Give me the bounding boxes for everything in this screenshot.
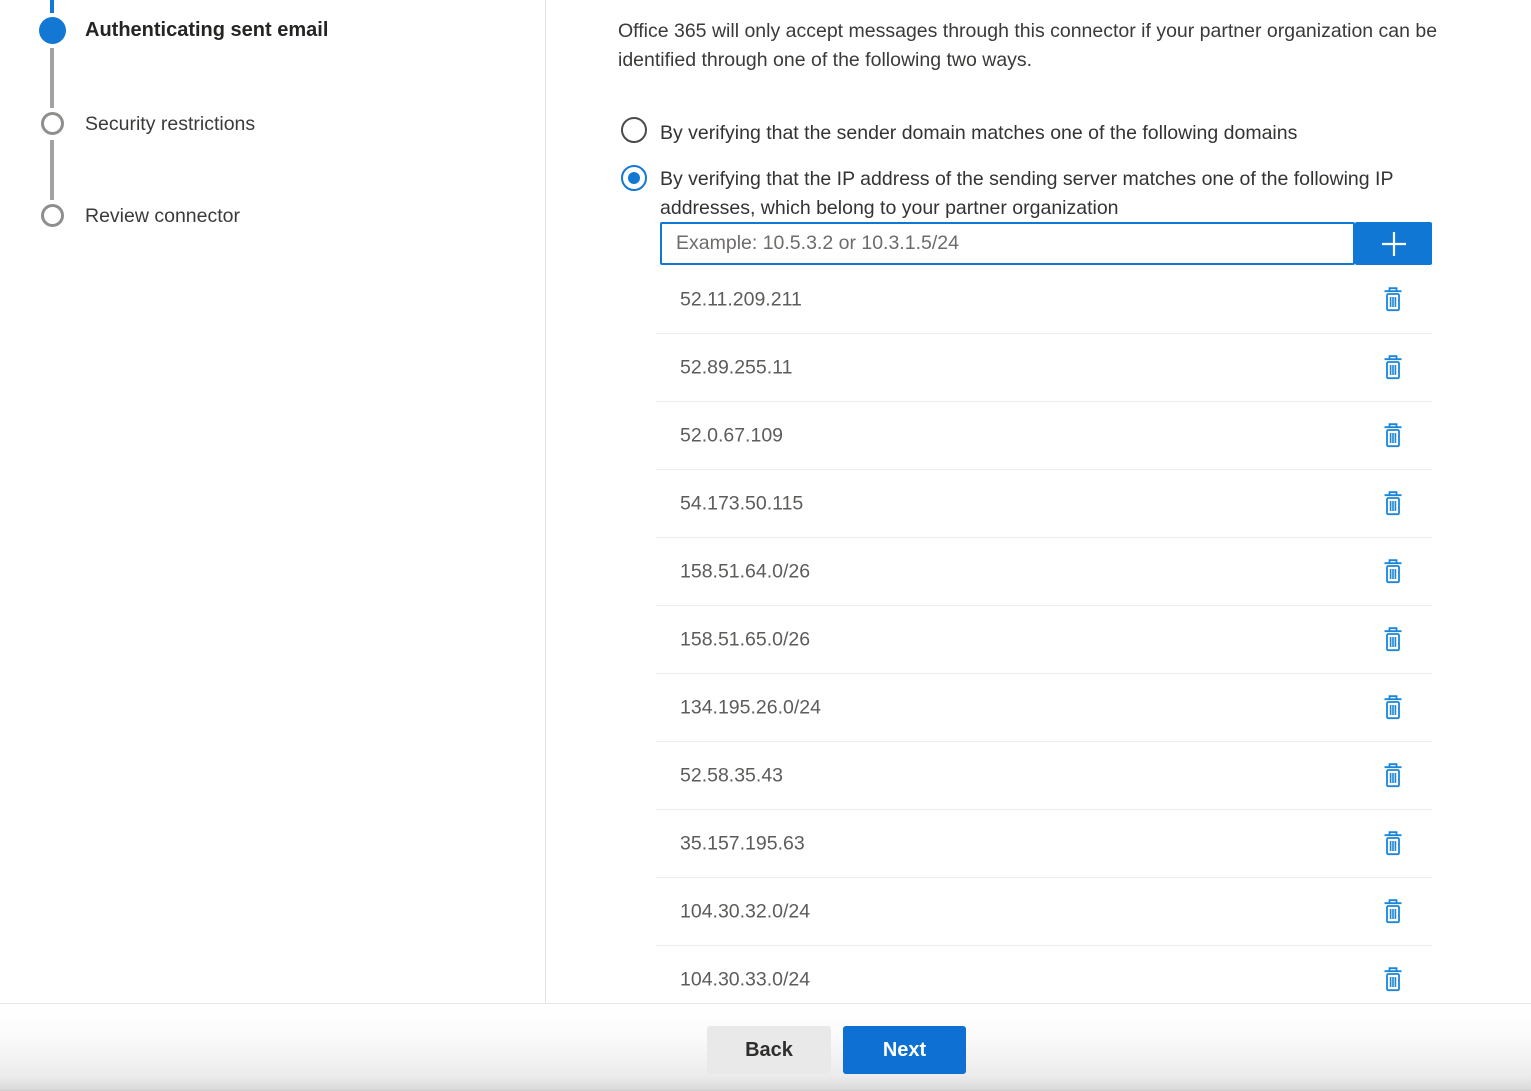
trash-icon bbox=[1383, 695, 1403, 720]
plus-icon bbox=[1378, 228, 1410, 260]
ip-list-row: 52.0.67.109 bbox=[656, 402, 1432, 470]
delete-ip-button[interactable] bbox=[1378, 556, 1408, 588]
ip-address-input[interactable] bbox=[660, 222, 1355, 265]
delete-ip-button[interactable] bbox=[1378, 420, 1408, 452]
stepper-connector-line bbox=[50, 140, 54, 200]
ip-address-value: 52.0.67.109 bbox=[680, 424, 783, 447]
trash-icon bbox=[1383, 491, 1403, 516]
trash-icon bbox=[1383, 423, 1403, 448]
step-active-dot-icon bbox=[39, 17, 66, 44]
ip-address-value: 52.11.209.211 bbox=[680, 288, 802, 311]
ip-address-value: 35.157.195.63 bbox=[680, 832, 805, 855]
radio-ip-address[interactable] bbox=[621, 165, 647, 191]
trash-icon bbox=[1383, 559, 1403, 584]
ip-list-row: 158.51.64.0/26 bbox=[656, 538, 1432, 606]
trash-icon bbox=[1383, 627, 1403, 652]
intro-text: Office 365 will only accept messages thr… bbox=[618, 17, 1437, 75]
delete-ip-button[interactable] bbox=[1378, 624, 1408, 656]
delete-ip-button[interactable] bbox=[1378, 692, 1408, 724]
ip-address-value: 52.58.35.43 bbox=[680, 764, 783, 787]
ip-list-row: 35.157.195.63 bbox=[656, 810, 1432, 878]
delete-ip-button[interactable] bbox=[1378, 760, 1408, 792]
stepper-connector-line bbox=[50, 48, 54, 108]
delete-ip-button[interactable] bbox=[1378, 352, 1408, 384]
delete-ip-button[interactable] bbox=[1378, 896, 1408, 928]
ip-list-row: 52.89.255.11 bbox=[656, 334, 1432, 402]
ip-address-value: 104.30.33.0/24 bbox=[680, 968, 810, 991]
add-ip-button[interactable] bbox=[1355, 222, 1432, 265]
next-button[interactable]: Next bbox=[843, 1026, 966, 1074]
trash-icon bbox=[1383, 287, 1403, 312]
delete-ip-button[interactable] bbox=[1378, 488, 1408, 520]
trash-icon bbox=[1383, 967, 1403, 992]
ip-address-value: 158.51.64.0/26 bbox=[680, 560, 810, 583]
stepper-item-authenticating-sent-email[interactable]: Authenticating sent email bbox=[85, 19, 328, 42]
stepper-connector-top bbox=[50, 0, 54, 13]
radio-sender-domain-label[interactable]: By verifying that the sender domain matc… bbox=[660, 119, 1297, 148]
wizard-footer: Back Next bbox=[0, 1003, 1531, 1091]
trash-icon bbox=[1383, 899, 1403, 924]
ip-list-row: 52.11.209.211 bbox=[656, 266, 1432, 334]
trash-icon bbox=[1383, 831, 1403, 856]
ip-address-value: 52.89.255.11 bbox=[680, 356, 792, 379]
back-button[interactable]: Back bbox=[707, 1026, 831, 1074]
stepper-item-review-connector[interactable]: Review connector bbox=[85, 205, 240, 228]
step-upcoming-circle-icon bbox=[41, 204, 64, 227]
ip-list-row: 158.51.65.0/26 bbox=[656, 606, 1432, 674]
ip-list: 52.11.209.211 52.89.255.11 bbox=[656, 266, 1432, 1014]
trash-icon bbox=[1383, 763, 1403, 788]
ip-address-value: 134.195.26.0/24 bbox=[680, 696, 821, 719]
ip-list-row: 104.30.32.0/24 bbox=[656, 878, 1432, 946]
radio-sender-domain[interactable] bbox=[621, 117, 647, 143]
delete-ip-button[interactable] bbox=[1378, 964, 1408, 996]
stepper-item-security-restrictions[interactable]: Security restrictions bbox=[85, 113, 255, 136]
delete-ip-button[interactable] bbox=[1378, 828, 1408, 860]
ip-list-row: 134.195.26.0/24 bbox=[656, 674, 1432, 742]
ip-address-value: 104.30.32.0/24 bbox=[680, 900, 810, 923]
ip-list-row: 54.173.50.115 bbox=[656, 470, 1432, 538]
step-upcoming-circle-icon bbox=[41, 112, 64, 135]
ip-list-row: 52.58.35.43 bbox=[656, 742, 1432, 810]
wizard-stepper-pane: Authenticating sent email Security restr… bbox=[0, 0, 546, 1003]
delete-ip-button[interactable] bbox=[1378, 284, 1408, 316]
radio-ip-address-label[interactable]: By verifying that the IP address of the … bbox=[660, 165, 1393, 223]
ip-address-value: 158.51.65.0/26 bbox=[680, 628, 810, 651]
trash-icon bbox=[1383, 355, 1403, 380]
ip-address-value: 54.173.50.115 bbox=[680, 492, 803, 515]
